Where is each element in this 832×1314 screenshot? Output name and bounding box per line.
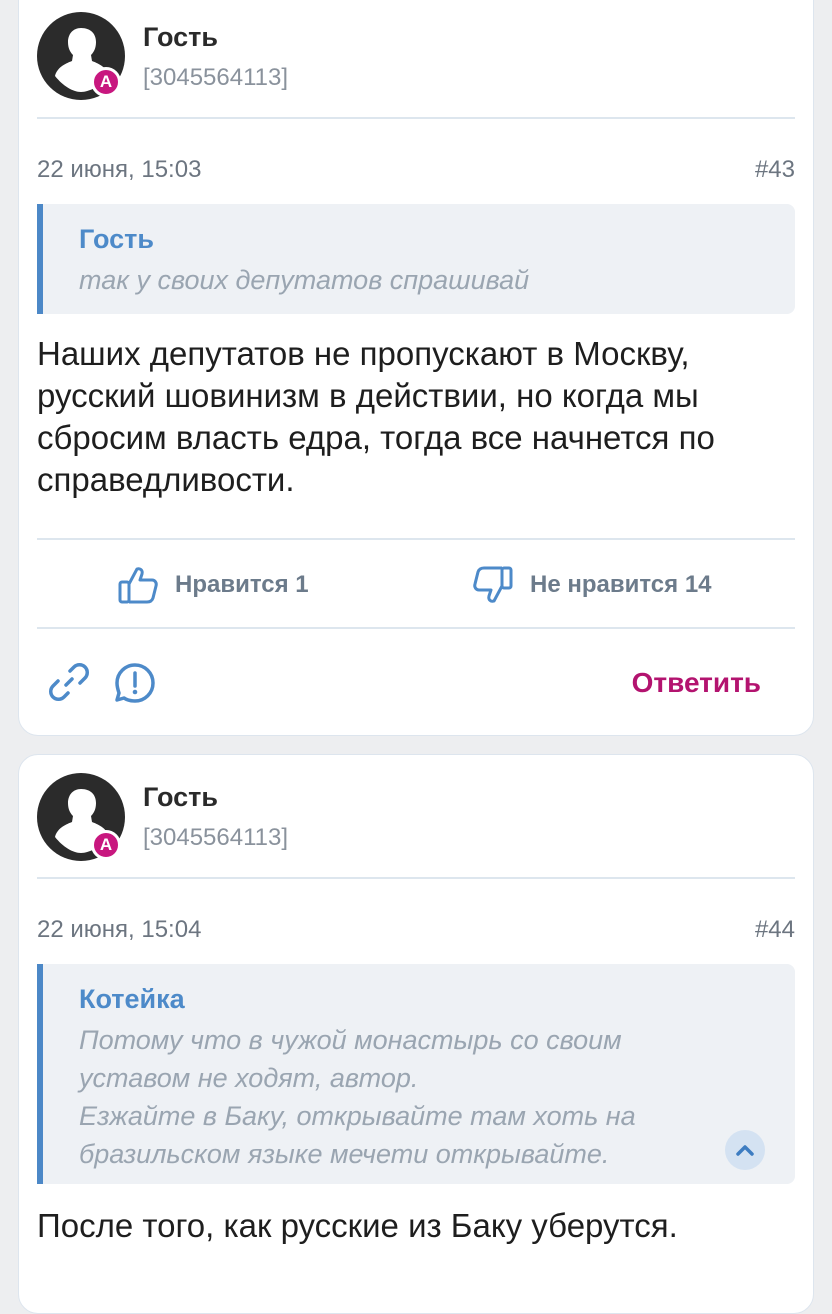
- divider: [37, 877, 795, 879]
- quote-author[interactable]: Котейка: [79, 984, 755, 1015]
- link-icon: [49, 663, 89, 701]
- anonymous-badge: А: [91, 67, 121, 97]
- quote-block: Котейка Потому что в чужой монастырь со …: [37, 964, 795, 1184]
- anonymous-badge: А: [91, 830, 121, 860]
- post-date: 22 июня, 15:03: [37, 156, 202, 183]
- author-name: Гость: [143, 22, 218, 52]
- user-id: [3045564113]: [143, 64, 289, 91]
- like-label: Нравится 1: [175, 571, 309, 598]
- post-number[interactable]: #44: [755, 916, 795, 944]
- quote-text: так у своих депутатов спрашивай: [79, 265, 530, 295]
- post-text: После того, как русские из Баку уберутся…: [37, 1207, 678, 1244]
- quote-text: Потому что в чужой монастырь со своим ус…: [79, 1025, 636, 1169]
- quote-block: Гость так у своих депутатов спрашивай: [37, 204, 795, 314]
- dislike-button[interactable]: Не нравится 14: [472, 565, 712, 605]
- collapse-quote-button[interactable]: [725, 1130, 765, 1170]
- divider: [37, 117, 795, 119]
- report-button[interactable]: [114, 662, 156, 709]
- dislike-label: Не нравится 14: [530, 571, 712, 598]
- divider: [37, 627, 795, 629]
- thumbs-down-icon: [473, 566, 513, 603]
- divider: [37, 538, 795, 540]
- post-number[interactable]: #43: [755, 156, 795, 184]
- post-card: А Гость [3045564113] 22 июня, 15:04 #44 …: [18, 754, 814, 1314]
- copy-link-button[interactable]: [49, 662, 89, 707]
- like-button[interactable]: Нравится 1: [117, 565, 309, 605]
- user-id: [3045564113]: [143, 824, 289, 851]
- post-text: Наших депутатов не пропускают в Москву, …: [37, 335, 715, 498]
- post-card: А Гость [3045564113] 22 июня, 15:03 #43 …: [18, 0, 814, 736]
- author-name: Гость: [143, 782, 218, 812]
- reply-button[interactable]: Ответить: [632, 667, 761, 699]
- chevron-up-icon: [736, 1145, 754, 1156]
- quote-author[interactable]: Гость: [79, 224, 755, 255]
- post-date: 22 июня, 15:04: [37, 916, 202, 943]
- exclamation-circle-icon: [115, 663, 155, 703]
- thumbs-up-icon: [118, 567, 158, 604]
